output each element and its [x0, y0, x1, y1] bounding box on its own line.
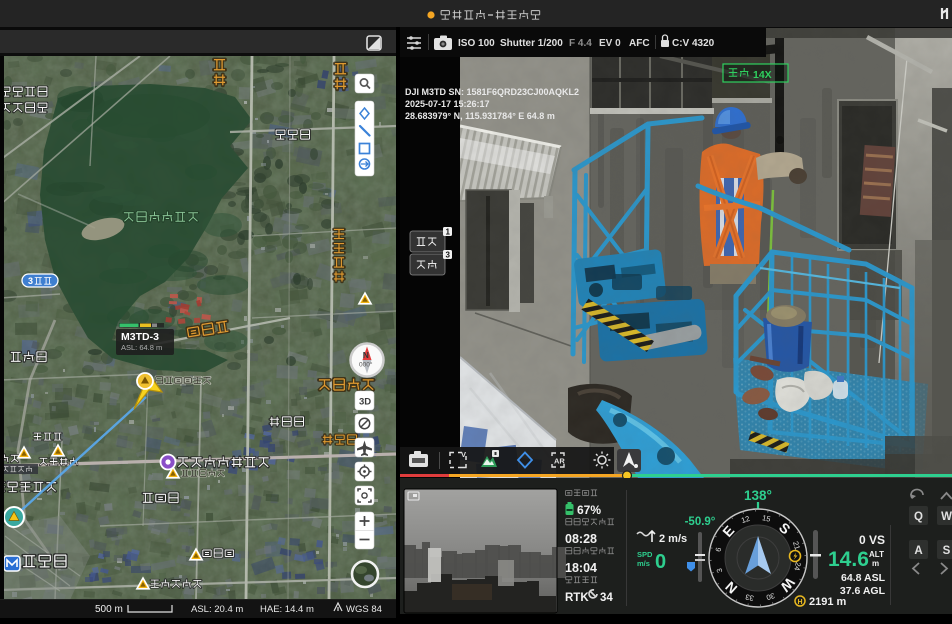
svg-text:AR: AR: [554, 457, 565, 466]
svg-text:000°: 000°: [359, 361, 373, 369]
svg-text:RTK: RTK: [565, 592, 589, 604]
svg-text:28.683979° N, 115.931784° E 64: 28.683979° N, 115.931784° E 64.8 m: [405, 111, 555, 121]
svg-text:ALT: ALT: [869, 550, 884, 559]
svg-text:Shutter 1/200: Shutter 1/200: [500, 38, 563, 49]
svg-text:SPD: SPD: [637, 550, 653, 559]
svg-text:2025-07-17 15:26:17: 2025-07-17 15:26:17: [405, 99, 490, 109]
svg-text:0: 0: [655, 551, 666, 573]
svg-text:37.6 AGL: 37.6 AGL: [840, 585, 886, 597]
svg-text:3: 3: [28, 276, 33, 286]
svg-text:S: S: [943, 545, 951, 557]
svg-text:-50.9°: -50.9°: [685, 516, 716, 528]
svg-text:3D: 3D: [359, 397, 371, 408]
svg-text:N: N: [363, 350, 369, 360]
svg-text:m: m: [872, 559, 879, 568]
svg-text:AFC: AFC: [629, 38, 650, 49]
svg-text:34: 34: [600, 592, 613, 604]
svg-text:W: W: [941, 511, 952, 523]
svg-text:14X: 14X: [753, 69, 772, 81]
svg-text:F 4.4: F 4.4: [569, 38, 592, 49]
svg-text:2 m/s: 2 m/s: [659, 533, 687, 545]
svg-text:H: H: [797, 599, 802, 606]
svg-text:138°: 138°: [744, 488, 772, 503]
svg-text:WGS 84: WGS 84: [346, 604, 382, 615]
svg-text:18:04: 18:04: [565, 561, 597, 575]
svg-text:14.6: 14.6: [828, 548, 869, 571]
svg-text:2191 m: 2191 m: [809, 596, 847, 608]
svg-text:3: 3: [446, 251, 451, 260]
svg-text:C:V 4320: C:V 4320: [672, 38, 715, 49]
svg-text:ISO 100: ISO 100: [458, 38, 495, 49]
svg-text:1: 1: [446, 228, 451, 237]
svg-text:A: A: [914, 545, 922, 557]
svg-text:m/s: m/s: [637, 559, 650, 568]
svg-text:DJI M3TD SN: 1581F6QRD23CJ00A: DJI M3TD SN: 1581F6QRD23CJ00AQKL2: [405, 87, 579, 97]
svg-text:64.8 ASL: 64.8 ASL: [841, 572, 886, 584]
svg-text:ASL: 20.4 m: ASL: 20.4 m: [191, 604, 243, 615]
svg-text:67%: 67%: [577, 503, 601, 517]
svg-text:Q: Q: [914, 511, 923, 523]
svg-text:0 VS: 0 VS: [859, 533, 885, 547]
svg-text:V: V: [461, 450, 466, 459]
svg-text:500 m: 500 m: [95, 604, 123, 615]
svg-text:M3TD-3: M3TD-3: [121, 331, 159, 343]
svg-text:HAE: 14.4 m: HAE: 14.4 m: [260, 604, 314, 615]
svg-text:EV 0: EV 0: [599, 38, 621, 49]
svg-text:08:28: 08:28: [565, 532, 597, 546]
svg-text:ASL: 64.8 m: ASL: 64.8 m: [121, 343, 162, 352]
